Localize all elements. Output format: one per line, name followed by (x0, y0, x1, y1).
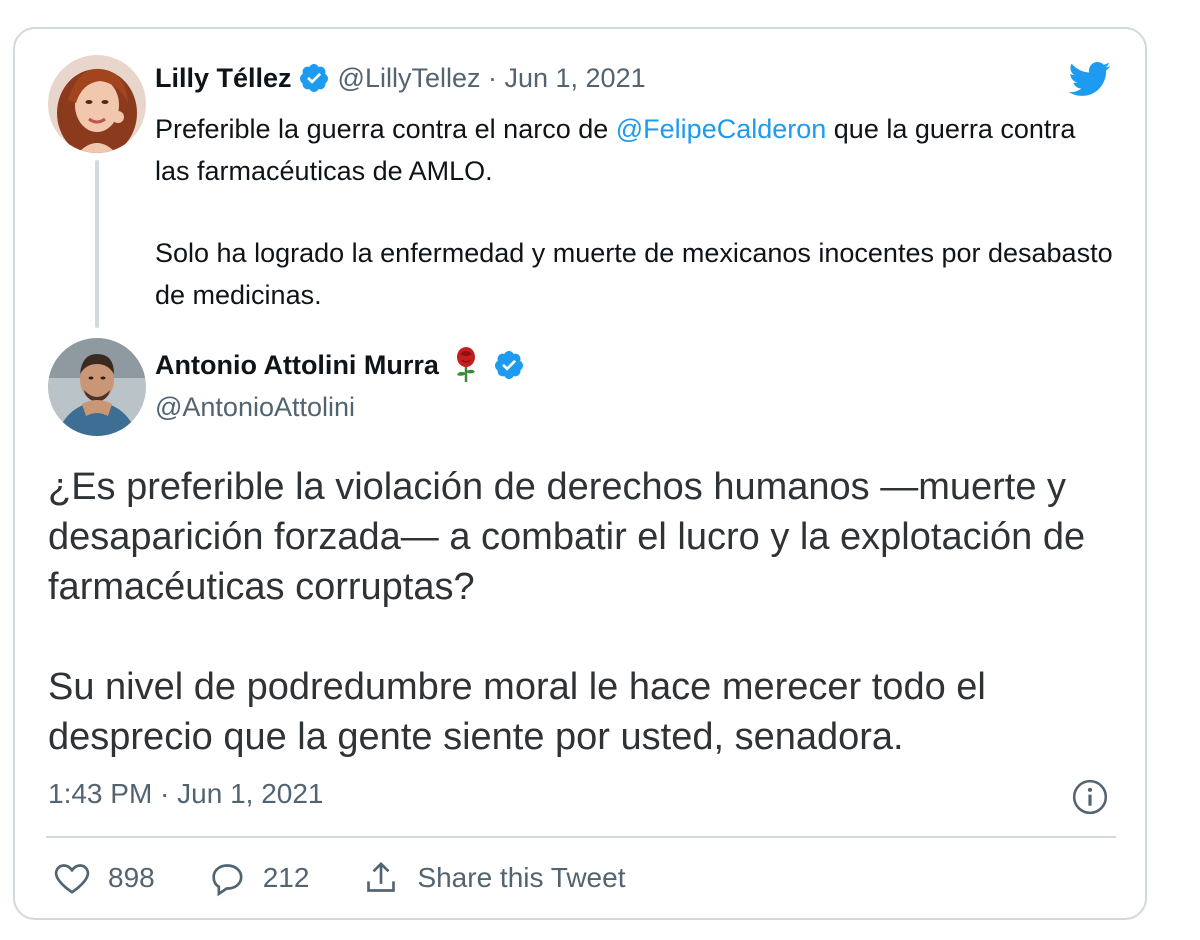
like-button[interactable]: 898 (52, 858, 155, 898)
verified-badge-icon (493, 349, 525, 381)
quoted-tweet-text: Preferible la guerra contra el narco de … (155, 108, 1115, 316)
verified-badge-icon (298, 62, 330, 94)
reply-button[interactable]: 212 (207, 858, 310, 898)
comment-icon (212, 864, 243, 897)
thread-connector-line (95, 160, 99, 328)
quoted-text-part: Preferible la guerra contra el narco de (155, 114, 616, 144)
lilly-tellez-avatar[interactable] (48, 55, 146, 153)
share-label: Share this Tweet (417, 862, 626, 893)
reply-paragraph-1: ¿Es preferible la violación de derechos … (48, 466, 1086, 608)
reply-handle-row: @AntonioAttolini (155, 392, 355, 423)
action-bar: 898 212 Share this Tweet (52, 858, 677, 898)
quoted-handle-date[interactable]: @LillyTellez · Jun 1, 2021 (338, 63, 646, 94)
twitter-bird-icon[interactable] (1064, 57, 1114, 101)
mention-link[interactable]: @FelipeCalderon (616, 114, 827, 144)
reply-paragraph-2: Su nivel de podredumbre moral le hace me… (48, 666, 986, 758)
quoted-author-name[interactable]: Lilly Téllez (155, 63, 292, 94)
like-count: 898 (108, 862, 155, 893)
reply-author-name[interactable]: Antonio Attolini Murra (155, 350, 439, 381)
antonio-attolini-avatar[interactable] (48, 338, 146, 436)
quoted-tweet-header: Lilly Téllez @LillyTellez · Jun 1, 2021 (155, 62, 646, 94)
quoted-text-paragraph: Solo ha logrado la enfermedad y muerte d… (155, 238, 1113, 310)
reply-author-row: Antonio Attolini Murra (155, 346, 525, 384)
actions-divider (46, 836, 1116, 838)
info-icon[interactable] (1071, 778, 1109, 816)
rose-icon (451, 346, 481, 384)
heart-icon (54, 864, 90, 894)
reply-handle[interactable]: @AntonioAttolini (155, 392, 355, 423)
reply-tweet-text: ¿Es preferible la violación de derechos … (48, 462, 1133, 762)
reply-count: 212 (262, 862, 310, 893)
tweet-timestamp[interactable]: 1:43 PM · Jun 1, 2021 (48, 778, 324, 810)
share-icon (367, 861, 396, 892)
share-button[interactable]: Share this Tweet (361, 858, 625, 898)
